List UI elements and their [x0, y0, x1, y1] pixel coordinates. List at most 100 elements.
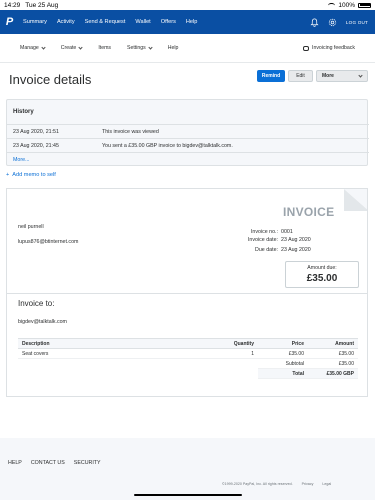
chevron-down-icon: [78, 44, 83, 50]
col-price: Price: [258, 338, 308, 349]
amount-due-label: Amount due:: [307, 265, 337, 271]
footer-legal: ©1999-2020 PayPal, Inc. All rights reser…: [222, 482, 331, 486]
subnav-help[interactable]: Help: [168, 45, 179, 51]
col-description: Description: [18, 338, 218, 349]
subnav-label: Items: [98, 45, 112, 51]
footer: HELP CONTACT US SECURITY ©1999-2020 PayP…: [0, 438, 375, 500]
divider: [7, 293, 367, 294]
subtotal-row: Subtotal £35.00: [18, 358, 358, 369]
subnav-manage[interactable]: Manage: [20, 44, 46, 51]
cell-price: £35.00: [258, 348, 308, 359]
subtotal-label: Subtotal: [258, 358, 308, 369]
meta-label: Invoice no.:: [250, 229, 278, 235]
footer-help-link[interactable]: HELP: [8, 460, 22, 466]
col-quantity: Quantity: [218, 338, 258, 349]
status-bar: 14:29 Tue 25 Aug 100%: [0, 0, 375, 10]
meta-label: Due date:: [255, 247, 278, 253]
subnav-label: Manage: [20, 45, 39, 51]
home-indicator[interactable]: [134, 494, 242, 496]
blank-cell: [218, 359, 258, 369]
cell-amount: £35.00: [308, 348, 358, 359]
total-label: Total: [258, 368, 308, 379]
divider: [7, 138, 369, 139]
nav-send-request[interactable]: Send & Request: [85, 19, 126, 25]
history-panel: History 23 Aug 2020, 21:51 This invoice …: [6, 99, 369, 166]
subnav-label: Create: [60, 45, 77, 51]
invoice-header: INVOICE neil purnell lupus876@btinternet…: [7, 189, 367, 292]
more-dropdown[interactable]: More: [316, 70, 368, 82]
subnav-label: Settings: [127, 45, 146, 51]
nav-help[interactable]: Help: [186, 19, 198, 25]
subnav-create[interactable]: Create: [60, 44, 83, 51]
memo-label: Add memo to self: [12, 172, 56, 178]
battery-icon: [358, 2, 371, 8]
history-date: 23 Aug 2020, 21:45: [13, 143, 59, 149]
add-memo-link[interactable]: + Add memo to self: [6, 172, 56, 178]
paypal-logo[interactable]: P: [4, 16, 15, 29]
divider: [7, 124, 369, 125]
privacy-link[interactable]: Privacy: [302, 482, 314, 486]
total-value: £35.00 GBP: [308, 368, 358, 379]
amount-due-box: Amount due: £35.00: [285, 261, 359, 288]
page-fold-icon: [344, 189, 367, 211]
table-row: Seat covers 1 £35.00 £35.00: [18, 348, 358, 359]
footer-security-link[interactable]: SECURITY: [74, 460, 101, 466]
subnav-settings[interactable]: Settings: [127, 44, 153, 51]
copyright-text: ©1999-2020 PayPal, Inc. All rights reser…: [222, 482, 293, 486]
invoice-to-email: bigdev@talktalk.com: [18, 319, 67, 325]
meta-label: Invoice date:: [247, 237, 278, 243]
history-event: You sent a £35.00 GBP invoice to bigdev@…: [102, 143, 233, 149]
nav-summary[interactable]: Summary: [23, 19, 47, 25]
invoice-meta-row: Due date: 23 Aug 2020: [203, 247, 311, 253]
subnav-items[interactable]: Items: [98, 45, 111, 51]
main-content: Invoice details Remind Edit More History…: [0, 63, 375, 438]
nav-activity[interactable]: Activity: [57, 19, 75, 25]
history-event: This invoice was viewed: [102, 129, 159, 135]
plus-icon: +: [6, 172, 10, 178]
footer-contact-link[interactable]: CONTACT US: [31, 460, 65, 466]
history-more-link[interactable]: More...: [13, 157, 29, 163]
from-name: neil purnell: [18, 224, 44, 230]
meta-value: 23 Aug 2020: [281, 247, 311, 253]
nav-wallet[interactable]: Wallet: [135, 19, 150, 25]
wifi-icon: [328, 2, 336, 8]
more-label: More: [322, 73, 334, 79]
bell-icon[interactable]: [310, 18, 319, 27]
nav-offers[interactable]: Offers: [161, 19, 176, 25]
chevron-down-icon: [41, 44, 46, 50]
history-title: History: [13, 109, 34, 115]
chat-bubble-icon: [303, 45, 310, 51]
blank-cell: [18, 359, 218, 369]
invoice-card: INVOICE neil purnell lupus876@btinternet…: [6, 188, 368, 397]
remind-button[interactable]: Remind: [257, 70, 285, 82]
divider: [7, 152, 369, 153]
invoicing-feedback-link[interactable]: Invoicing feedback: [303, 45, 355, 51]
from-email: lupus876@btinternet.com: [18, 239, 79, 245]
history-row: 23 Aug 2020, 21:45 You sent a £35.00 GBP…: [13, 143, 363, 149]
cell-quantity: 1: [218, 348, 258, 359]
history-row: 23 Aug 2020, 21:51 This invoice was view…: [13, 129, 363, 135]
invoice-to-title: Invoice to:: [18, 299, 55, 308]
edit-button[interactable]: Edit: [288, 70, 313, 82]
invoice-heading: INVOICE: [283, 205, 335, 219]
table-header-row: Description Quantity Price Amount: [18, 338, 358, 349]
logout-button[interactable]: LOG OUT: [346, 20, 368, 25]
history-date: 23 Aug 2020, 21:51: [13, 129, 59, 135]
invoice-meta-row: Invoice no.: 0001: [203, 229, 293, 235]
cell-description: Seat covers: [18, 348, 218, 359]
top-nav: P Summary Activity Send & Request Wallet…: [0, 10, 375, 34]
col-amount: Amount: [308, 338, 358, 349]
legal-link[interactable]: Legal: [322, 482, 331, 486]
line-items-table: Description Quantity Price Amount Seat c…: [18, 338, 358, 379]
blank-cell: [18, 368, 218, 379]
chevron-down-icon: [148, 44, 153, 50]
feedback-label: Invoicing feedback: [312, 45, 355, 51]
blank-cell: [218, 368, 258, 379]
status-time: 14:29: [4, 1, 21, 9]
gear-icon[interactable]: [328, 18, 337, 27]
invoice-meta-row: Invoice date: 23 Aug 2020: [203, 237, 311, 243]
page-title: Invoice details: [9, 72, 92, 87]
meta-value: 23 Aug 2020: [281, 237, 311, 243]
amount-due-value: £35.00: [306, 273, 338, 284]
chevron-down-icon: [358, 72, 363, 78]
